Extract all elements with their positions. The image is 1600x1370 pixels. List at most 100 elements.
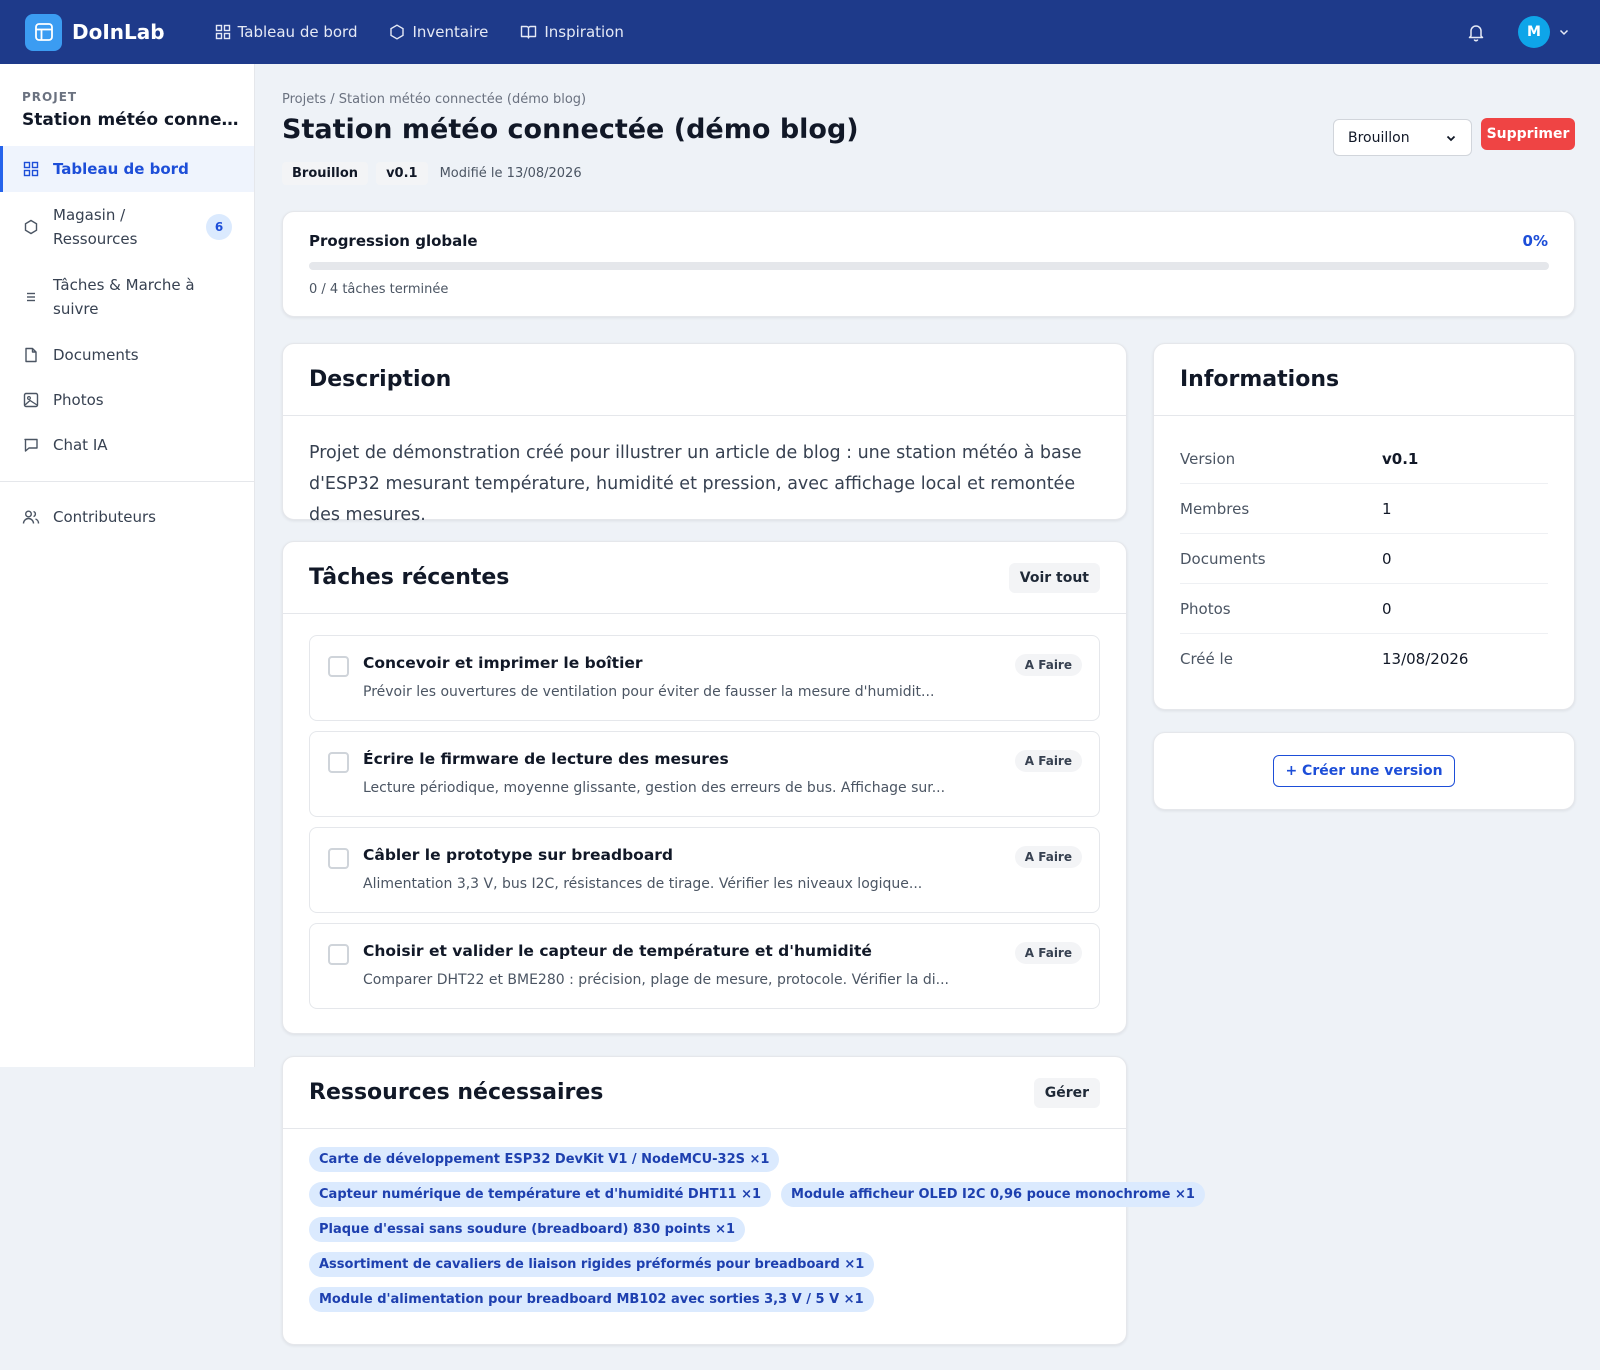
info-row-members: Membres 1	[1180, 484, 1548, 534]
sidebar-item-label: Documents	[53, 345, 139, 364]
task-description: Lecture périodique, moyenne glissante, g…	[363, 780, 946, 796]
app-name: DoInLab	[72, 20, 165, 44]
topnav-inventory[interactable]: Inventaire	[389, 23, 488, 41]
resources-count-badge: 6	[206, 214, 232, 240]
sidebar-item-documents[interactable]: Documents	[0, 332, 254, 377]
sidebar-item-label: Tâches & Marche à suivre	[53, 276, 195, 318]
book-icon	[521, 25, 537, 39]
sidebar: PROJET Station météo connectée (démo blo…	[0, 64, 255, 1067]
resource-chip[interactable]: Carte de développement ESP32 DevKit V1 /…	[309, 1147, 780, 1172]
list-icon	[27, 292, 35, 302]
task-item[interactable]: Câbler le prototype sur breadboard Alime…	[309, 827, 1100, 913]
info-title: Informations	[1180, 367, 1340, 392]
sidebar-item-photos[interactable]: Photos	[0, 377, 254, 422]
sidebar-item-resources[interactable]: Magasin / Ressources 6	[0, 192, 254, 262]
view-all-button[interactable]: Voir tout	[1008, 562, 1100, 593]
topnav-dashboard-label: Tableau de bord	[237, 23, 358, 41]
sidebar-item-tasks[interactable]: Tâches & Marche à suivre	[0, 262, 254, 332]
info-key: Documents	[1180, 549, 1266, 568]
version-card: + Créer une version	[1153, 732, 1575, 810]
task-checkbox[interactable]	[328, 752, 349, 773]
task-description: Comparer DHT22 et BME280 : précision, pl…	[363, 972, 950, 988]
info-row-photos: Photos 0	[1180, 584, 1548, 634]
task-checkbox[interactable]	[328, 848, 349, 869]
progress-bar	[309, 262, 1549, 270]
task-status-badge: A Faire	[1014, 750, 1082, 772]
sidebar-item-dashboard[interactable]: Tableau de bord	[0, 146, 254, 192]
progress-percent: 0%	[1522, 232, 1548, 250]
delete-button[interactable]: Supprimer	[1481, 118, 1575, 150]
bell-icon[interactable]	[1466, 22, 1486, 42]
brand[interactable]: DoInLab	[25, 13, 165, 51]
sidebar-item-chat[interactable]: Chat IA	[0, 422, 254, 467]
sidebar-item-label: Photos	[53, 390, 104, 409]
info-row-created: Créé le 13/08/2026	[1180, 634, 1548, 684]
avatar[interactable]: M	[1518, 16, 1550, 48]
file-icon	[25, 347, 37, 362]
task-description: Alimentation 3,3 V, bus I2C, résistances…	[363, 876, 923, 892]
topnav-dashboard[interactable]: Tableau de bord	[215, 23, 358, 41]
progress-subtitle: 0 / 4 tâches terminée	[309, 282, 449, 297]
users-icon	[22, 510, 40, 524]
topnav-inspiration[interactable]: Inspiration	[520, 23, 624, 41]
task-item[interactable]: Choisir et valider le capteur de tempéra…	[309, 923, 1100, 1009]
breadcrumb[interactable]: Projets / Station météo connectée (démo …	[282, 92, 586, 107]
top-nav: Tableau de bord Inventaire Inspiration	[215, 23, 656, 41]
resource-chip[interactable]: Module afficheur OLED I2C 0,96 pouce mon…	[781, 1182, 1205, 1207]
resource-chip[interactable]: Capteur numérique de température et d'hu…	[309, 1182, 772, 1207]
tasks-title: Tâches récentes	[309, 565, 510, 590]
task-checkbox[interactable]	[328, 944, 349, 965]
resource-chip[interactable]: Plaque d'essai sans soudure (breadboard)…	[309, 1217, 746, 1242]
info-card: Informations Version v0.1 Membres 1 Docu…	[1153, 343, 1575, 710]
chevron-down-icon[interactable]	[1558, 26, 1570, 38]
info-header: Informations	[1154, 344, 1574, 416]
resource-chip[interactable]: Assortiment de cavaliers de liaison rigi…	[309, 1252, 875, 1277]
info-list: Version v0.1 Membres 1 Documents 0 Photo…	[1154, 416, 1574, 684]
chat-icon	[24, 438, 38, 452]
info-value: 0	[1382, 599, 1392, 618]
resources-card: Ressources nécessaires Gérer Carte de dé…	[282, 1056, 1205, 1345]
topnav-inventory-label: Inventaire	[412, 23, 489, 41]
info-value: 0	[1382, 549, 1392, 568]
description-header: Description	[283, 344, 1126, 416]
manage-button[interactable]: Gérer	[1033, 1077, 1100, 1108]
resources-title: Ressources nécessaires	[309, 1080, 604, 1105]
task-item[interactable]: Concevoir et imprimer le boîtier Prévoir…	[309, 635, 1100, 721]
task-status-badge: A Faire	[1014, 942, 1082, 964]
task-status-badge: A Faire	[1014, 654, 1082, 676]
task-title: Concevoir et imprimer le boîtier	[363, 654, 643, 672]
resource-chips: Carte de développement ESP32 DevKit V1 /…	[283, 1129, 1205, 1312]
image-icon	[23, 392, 39, 407]
sidebar-item-label: Chat IA	[53, 435, 108, 454]
create-version-button[interactable]: + Créer une version	[1273, 755, 1455, 787]
sidebar-item-contributors[interactable]: Contributeurs	[0, 494, 254, 539]
chevron-down-icon	[1446, 135, 1456, 141]
info-key: Photos	[1180, 599, 1231, 618]
task-list: Concevoir et imprimer le boîtier Prévoir…	[283, 614, 1126, 1009]
resource-chip[interactable]: Module d'alimentation pour breadboard MB…	[309, 1287, 874, 1312]
top-navbar: DoInLab Tableau de bord Inventaire Inspi…	[0, 0, 1600, 64]
progress-title: Progression globale	[309, 232, 478, 250]
project-meta: Brouillon v0.1 Modifié le 13/08/2026	[282, 162, 582, 185]
task-checkbox[interactable]	[328, 656, 349, 677]
task-status-badge: A Faire	[1014, 846, 1082, 868]
status-select[interactable]: Brouillon	[1333, 119, 1472, 156]
task-title: Câbler le prototype sur breadboard	[363, 846, 674, 864]
app-logo-icon	[25, 13, 62, 51]
task-item[interactable]: Écrire le firmware de lecture des mesure…	[309, 731, 1100, 817]
task-description: Prévoir les ouvertures de ventilation po…	[363, 684, 935, 700]
task-title: Écrire le firmware de lecture des mesure…	[363, 750, 729, 768]
sidebar-section-label: PROJET	[22, 90, 78, 104]
status-badge: Brouillon	[282, 162, 369, 185]
sidebar-item-label: Tableau de bord	[53, 160, 189, 178]
recent-tasks-card: Tâches récentes Voir tout Concevoir et i…	[282, 541, 1127, 1034]
description-title: Description	[309, 367, 452, 392]
info-key: Version	[1180, 449, 1236, 468]
info-row-documents: Documents 0	[1180, 534, 1548, 584]
info-key: Membres	[1180, 499, 1250, 518]
resources-header: Ressources nécessaires Gérer	[283, 1057, 1126, 1129]
sidebar-divider	[0, 481, 254, 482]
topnav-inspiration-label: Inspiration	[544, 23, 624, 41]
sidebar-item-label: Contributeurs	[53, 507, 157, 526]
grid-icon	[23, 161, 39, 177]
